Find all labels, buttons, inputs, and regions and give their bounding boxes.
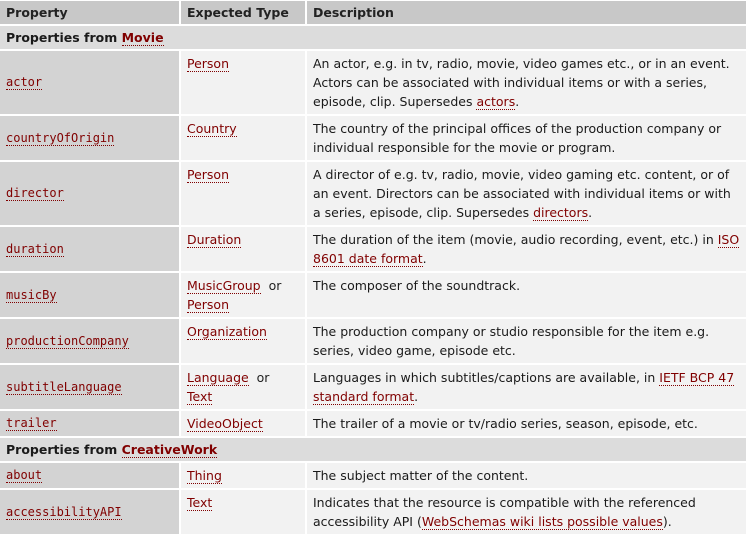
property-link-actor[interactable]: actor [6,75,43,90]
type-link[interactable]: Text [187,389,213,405]
property-link-director[interactable]: director [6,186,64,201]
property-link-musicby[interactable]: musicBy [6,287,57,303]
section-creativework: Properties from CreativeWork [0,438,746,461]
description-cell: The subject matter of the content. [307,463,746,488]
description-cell: The duration of the item (movie, audio r… [307,227,746,271]
table-row: about Thing The subject matter of the co… [0,463,746,488]
property-link-subtitlelanguage[interactable]: subtitleLanguage [6,379,122,395]
description-cell: The trailer of a movie or tv/radio serie… [307,411,746,436]
type-link[interactable]: Country [187,121,237,137]
type-link[interactable]: Person [187,167,230,183]
table-header-row: Property Expected Type Description [0,1,746,24]
description-cell: The composer of the soundtrack. [307,273,746,317]
table-row: trailer VideoObject The trailer of a mov… [0,411,746,436]
header-description: Description [307,1,746,24]
type-link[interactable]: MusicGroup [187,278,261,294]
properties-table: Property Expected Type Description Prope… [0,0,746,536]
type-link[interactable]: Text [187,495,213,511]
table-row: accessibilityAPI Text Indicates that the… [0,490,746,534]
type-link[interactable]: Organization [187,324,267,340]
section-prefix: Properties from [6,30,118,45]
type-link[interactable]: Language [187,370,249,386]
table-row: productionCompany Organization The produ… [0,319,746,363]
property-link-accessibilityapi[interactable]: accessibilityAPI [6,504,122,520]
table-row: countryOfOrigin Country The country of t… [0,116,746,160]
property-link-trailer[interactable]: trailer [6,416,57,431]
type-link[interactable]: Thing [187,468,222,484]
description-cell: The production company or studio respons… [307,319,746,363]
desc-link-webschemas[interactable]: WebSchemas wiki lists possible values [421,514,663,530]
or-separator: or [268,278,282,293]
description-cell: An actor, e.g. in tv, radio, movie, vide… [307,51,746,114]
section-link-creativework[interactable]: CreativeWork [121,442,218,458]
type-link[interactable]: Person [187,297,230,313]
header-expected-type: Expected Type [181,1,305,24]
description-cell: Indicates that the resource is compatibl… [307,490,746,534]
table-row: subtitleLanguage Language or Text Languag… [0,365,746,409]
header-property: Property [0,1,179,24]
description-cell: Languages in which subtitles/captions ar… [307,365,746,409]
property-link-duration[interactable]: duration [6,241,64,257]
table-row: duration Duration The duration of the it… [0,227,746,271]
table-row: director Person A director of e.g. tv, r… [0,162,746,225]
desc-link-directors[interactable]: directors [533,205,589,221]
table-row: musicBy MusicGroup or Person The composer… [0,273,746,317]
property-link-countryoforigin[interactable]: countryOfOrigin [6,130,115,146]
type-link[interactable]: VideoObject [187,416,263,432]
section-movie: Properties from Movie [0,26,746,49]
type-link[interactable]: Duration [187,232,242,248]
description-cell: The country of the principal offices of … [307,116,746,160]
type-link[interactable]: Person [187,56,230,72]
or-separator: or [256,370,270,385]
desc-link-actors[interactable]: actors [476,94,516,110]
table-row: actor Person An actor, e.g. in tv, radio… [0,51,746,114]
section-prefix: Properties from [6,442,118,457]
property-link-productioncompany[interactable]: productionCompany [6,333,129,349]
property-link-about[interactable]: about [6,468,43,483]
description-cell: A director of e.g. tv, radio, movie, vid… [307,162,746,225]
section-link-movie[interactable]: Movie [121,30,164,46]
